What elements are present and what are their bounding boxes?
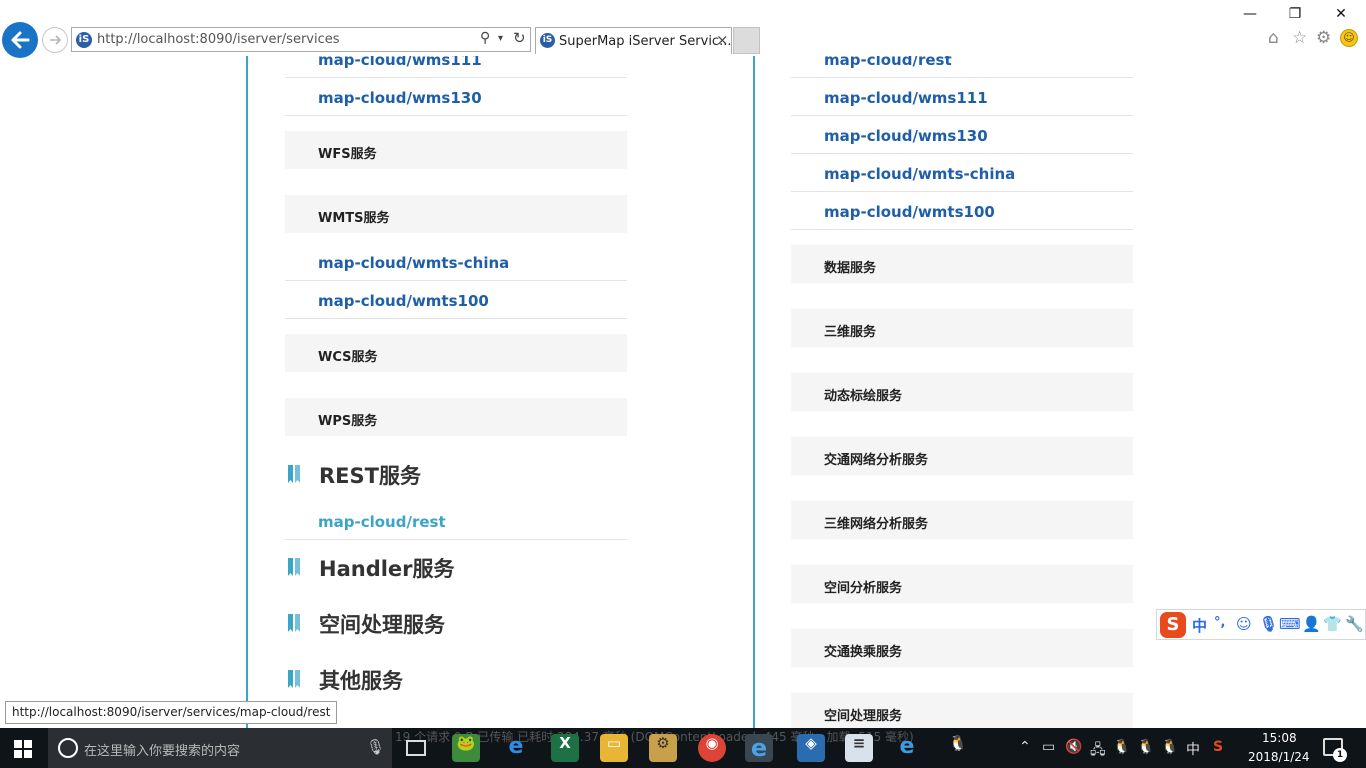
windows-start-icon[interactable] bbox=[14, 740, 32, 758]
clock-date[interactable]: 2018/1/24 bbox=[1248, 750, 1310, 764]
chevron-down-icon[interactable]: ▾ bbox=[498, 33, 503, 44]
heading-spatial-processing-text: 空间处理服务 bbox=[319, 613, 445, 637]
content-divider bbox=[753, 56, 755, 728]
keyboard-icon[interactable]: ⌨ bbox=[1279, 615, 1301, 633]
maximize-button[interactable]: ❐ bbox=[1285, 5, 1305, 23]
frog-app-icon[interactable]: 🐸 bbox=[452, 734, 480, 762]
microphone-icon[interactable]: 🎙 bbox=[366, 738, 385, 756]
group-wmts: WMTS服务 bbox=[285, 195, 627, 233]
service-link-wms130[interactable]: map-cloud/wms130 bbox=[791, 116, 1133, 154]
group-plotting: 动态标绘服务 bbox=[791, 373, 1133, 411]
input-language-indicator[interactable]: 中 bbox=[1186, 739, 1200, 759]
skin-shirt-icon[interactable]: 👕 bbox=[1323, 615, 1342, 633]
service-link-wms111[interactable]: map-cloud/wms111 bbox=[791, 78, 1133, 116]
wrench-icon[interactable]: 🔧 bbox=[1345, 615, 1364, 633]
chrome-icon[interactable]: ◉ bbox=[698, 734, 726, 762]
excel-icon[interactable]: X bbox=[551, 734, 579, 762]
bookmark-icon bbox=[288, 558, 300, 576]
close-window-button[interactable]: ✕ bbox=[1331, 5, 1351, 23]
new-tab-button[interactable] bbox=[733, 27, 760, 54]
site-favicon-icon: iS bbox=[76, 32, 92, 48]
feedback-smiley-icon[interactable]: ☺ bbox=[1340, 29, 1358, 47]
user-icon[interactable]: 👤 bbox=[1302, 615, 1321, 633]
bookmark-icon bbox=[288, 614, 300, 632]
internet-explorer-icon[interactable]: e bbox=[745, 734, 773, 762]
status-url-tooltip: http://localhost:8090/iserver/services/m… bbox=[5, 701, 338, 724]
service-link-wmts100[interactable]: map-cloud/wmts100 bbox=[285, 281, 627, 319]
network-icon[interactable]: 🖧 bbox=[1090, 739, 1106, 763]
service-link-wmts-china[interactable]: map-cloud/wmts-china bbox=[791, 154, 1133, 192]
qq-tray-icon-3[interactable]: 🐧 bbox=[1161, 739, 1178, 755]
settings-gear-icon[interactable]: ⚙ bbox=[1316, 28, 1331, 48]
ime-toolbar: S 中 °, ☺ 🎙 ⌨ 👤 👕 🔧 bbox=[1156, 609, 1366, 640]
forward-button[interactable] bbox=[42, 27, 68, 53]
browser-chrome: iS http://localhost:8090/iserver/service… bbox=[0, 0, 1366, 58]
service-link-rest-hover[interactable]: map-cloud/rest bbox=[285, 502, 627, 540]
qq-tray-icon-2[interactable]: 🐧 bbox=[1137, 739, 1154, 755]
address-bar[interactable]: iS http://localhost:8090/iserver/service… bbox=[71, 27, 531, 52]
service-link-wmts-china[interactable]: map-cloud/wmts-china bbox=[285, 243, 627, 281]
task-view-icon[interactable] bbox=[406, 740, 426, 756]
qq-tray-icon[interactable]: 🐧 bbox=[1113, 739, 1130, 755]
back-button[interactable] bbox=[2, 22, 38, 58]
group-wfs: WFS服务 bbox=[285, 131, 627, 169]
heading-other-text: 其他服务 bbox=[319, 669, 403, 693]
cortana-icon bbox=[58, 738, 78, 758]
arrow-right-icon bbox=[50, 35, 62, 45]
heading-rest-text: REST服务 bbox=[319, 464, 421, 488]
group-transfer: 交通换乘服务 bbox=[791, 629, 1133, 667]
tab-title: SuperMap iServer Servic... bbox=[559, 34, 732, 49]
battery-icon[interactable]: ▭ bbox=[1042, 739, 1055, 755]
windows-taskbar: 19 个请求 0 B 已传输 已耗时 284.37 毫秒 (DOMContent… bbox=[0, 728, 1366, 768]
group-spatial-analysis: 空间分析服务 bbox=[791, 565, 1133, 603]
taskbar-search-box[interactable]: 在这里输入你要搜索的内容 🎙 bbox=[48, 728, 392, 768]
bookmark-icon bbox=[288, 670, 300, 688]
speaker-muted-icon[interactable]: 🔇 bbox=[1065, 739, 1082, 755]
group-wcs: WCS服务 bbox=[285, 334, 627, 372]
home-icon[interactable]: ⌂ bbox=[1268, 28, 1279, 48]
content-left-border bbox=[246, 56, 248, 728]
tab-supermap[interactable]: iS SuperMap iServer Servic... × bbox=[535, 27, 732, 54]
tab-close-button[interactable]: × bbox=[716, 31, 729, 49]
arrow-left-icon bbox=[11, 31, 30, 49]
emoji-icon[interactable]: ☺ bbox=[1236, 615, 1252, 633]
heading-handler-text: Handler服务 bbox=[319, 557, 455, 581]
group-wps: WPS服务 bbox=[285, 398, 627, 436]
sogou-tray-icon[interactable]: S bbox=[1213, 739, 1223, 755]
service-link-wms130[interactable]: map-cloud/wms130 bbox=[285, 78, 627, 116]
clock-time[interactable]: 15:08 bbox=[1262, 731, 1297, 745]
taskbar-search-placeholder[interactable]: 在这里输入你要搜索的内容 bbox=[84, 740, 240, 759]
qq-icon[interactable]: 🐧 bbox=[944, 734, 972, 762]
tray-chevron-up-icon[interactable]: ⌃ bbox=[1019, 739, 1031, 755]
favorites-star-icon[interactable]: ☆ bbox=[1292, 28, 1307, 48]
group-3d: 三维服务 bbox=[791, 309, 1133, 347]
group-3d-network: 三维网络分析服务 bbox=[791, 501, 1133, 539]
file-explorer-icon[interactable]: ▭ bbox=[600, 734, 628, 762]
service-link-wmts100[interactable]: map-cloud/wmts100 bbox=[791, 192, 1133, 230]
microphone-icon[interactable]: 🎙 bbox=[1259, 615, 1278, 633]
ime-punct-toggle[interactable]: °, bbox=[1214, 615, 1225, 630]
group-data: 数据服务 bbox=[791, 245, 1133, 283]
ie-globe-icon[interactable]: e bbox=[893, 734, 921, 762]
text-editor-icon[interactable]: ≡ bbox=[845, 734, 873, 762]
tab-favicon-icon: iS bbox=[540, 33, 555, 48]
java-tool-icon[interactable]: ⚙ bbox=[649, 734, 677, 762]
refresh-icon[interactable]: ↻ bbox=[513, 29, 526, 47]
visual-studio-icon[interactable]: ◈ bbox=[797, 734, 825, 762]
group-transport-network: 交通网络分析服务 bbox=[791, 437, 1133, 475]
ime-mode-toggle[interactable]: 中 bbox=[1192, 615, 1207, 636]
minimize-button[interactable]: — bbox=[1240, 5, 1260, 23]
search-icon[interactable]: ⚲ bbox=[480, 30, 490, 46]
bookmark-icon bbox=[288, 465, 300, 483]
notification-count-badge: 1 bbox=[1333, 748, 1347, 762]
edge-icon[interactable]: e bbox=[502, 734, 530, 762]
group-spatial-processing: 空间处理服务 bbox=[791, 693, 1133, 731]
url-text[interactable]: http://localhost:8090/iserver/services bbox=[97, 32, 340, 47]
sogou-logo-icon[interactable]: S bbox=[1160, 612, 1186, 638]
